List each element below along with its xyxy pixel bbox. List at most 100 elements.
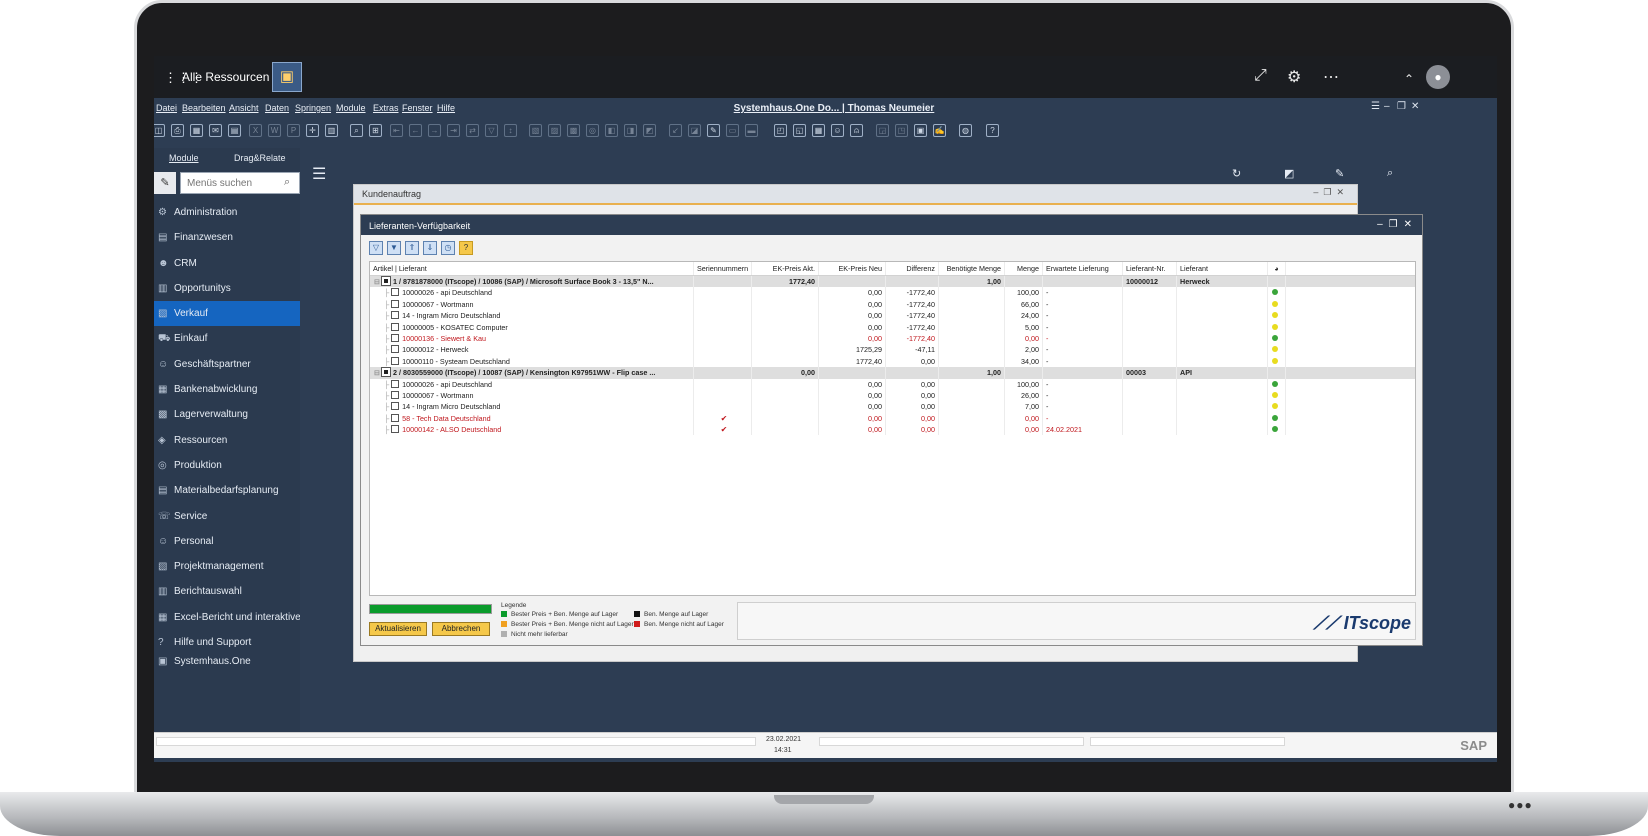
copy-icon[interactable]: ◲ — [876, 124, 889, 137]
sidebar-item-administration[interactable]: ⚙ Administration — [154, 200, 300, 225]
chevron-up-icon[interactable]: ⌃ — [1404, 72, 1414, 86]
col-header-ek-neu[interactable]: EK-Preis Neu — [819, 262, 886, 275]
col-header-diff[interactable]: Differenz — [886, 262, 939, 275]
excel-icon[interactable]: X — [249, 124, 262, 137]
arrange-icon[interactable]: ☰ — [1371, 101, 1380, 112]
word-icon[interactable]: W — [268, 124, 281, 137]
cancel-button[interactable]: Abbrechen — [432, 622, 490, 636]
sidebar-item-lagerverwaltung[interactable]: ▩ Lagerverwaltung — [154, 402, 300, 427]
sidebar-item-ressourcen[interactable]: ◈ Ressourcen — [154, 428, 300, 453]
search-icon[interactable]: ⌕ — [284, 176, 290, 189]
row-checkbox[interactable] — [391, 288, 400, 297]
layout-icon[interactable]: ▩ — [567, 124, 580, 137]
journal-icon[interactable]: ◨ — [624, 124, 637, 137]
prev-record-icon[interactable]: ← — [409, 124, 422, 137]
col-header-lieferant[interactable]: Lieferant — [1177, 262, 1268, 275]
filter-icon[interactable]: ▽ — [369, 241, 383, 255]
filter-icon[interactable]: ▽ — [485, 124, 498, 137]
gross-profit-icon[interactable]: ◎ — [586, 124, 599, 137]
table-row[interactable]: ├ 10000026 - api Deutschland 0,00 -1772,40 1… — [370, 287, 1415, 299]
expand-icon[interactable]: ⇓ — [423, 241, 437, 255]
table-row[interactable]: ├ 10000012 - Herweck 1725,29 -47,11 2,00- — [370, 344, 1415, 356]
close-icon[interactable]: ✕ — [1411, 101, 1419, 112]
window-controls-icon[interactable]: –❐✕ — [1377, 219, 1418, 230]
reload-icon[interactable]: ↻ — [1232, 167, 1241, 180]
tab-module[interactable]: Module — [169, 153, 199, 163]
table-row[interactable]: ├ 10000005 - KOSATEC Computer 0,00 -1772,40… — [370, 321, 1415, 333]
sidebar-item-produktion[interactable]: ◎ Produktion — [154, 453, 300, 478]
collapse-icon[interactable]: ⇑ — [405, 241, 419, 255]
restore-icon[interactable]: ❐ — [1397, 101, 1406, 112]
preview-icon[interactable]: ◫ — [154, 124, 165, 137]
collapse-toggle-icon[interactable]: ⊟ — [374, 277, 380, 286]
hamburger-icon[interactable]: ☰ — [312, 164, 326, 184]
sidebar-item-crm[interactable]: ☻ CRM — [154, 251, 300, 276]
collapse-toggle-icon[interactable]: ⊟ — [374, 368, 380, 377]
report-settings-icon[interactable]: ◱ — [793, 124, 806, 137]
clock-icon[interactable]: ◷ — [441, 241, 455, 255]
first-record-icon[interactable]: ⇤ — [390, 124, 403, 137]
table-row[interactable]: ├ 14 - Ingram Micro Deutschland 0,00 -1772,… — [370, 310, 1415, 322]
row-checkbox[interactable] — [391, 322, 400, 331]
edit-doc-icon[interactable]: ✎ — [707, 124, 720, 137]
balance-icon[interactable]: ◩ — [643, 124, 656, 137]
edit-layout-icon[interactable]: ◩ — [1284, 167, 1294, 180]
sidebar-item-verkauf[interactable]: ▧ Verkauf — [154, 301, 300, 327]
fax-icon[interactable]: ▤ — [228, 124, 241, 137]
settings-doc-icon[interactable]: ◪ — [688, 124, 701, 137]
col-header-ben-menge[interactable]: Benötigte Menge — [939, 262, 1005, 275]
image-icon[interactable]: ▣ — [914, 124, 927, 137]
col-header-menge[interactable]: Menge — [1005, 262, 1043, 275]
row-checkbox[interactable] — [391, 413, 400, 422]
table-row[interactable]: ├ 14 - Ingram Micro Deutschland 0,00 0,00 7,… — [370, 401, 1415, 413]
row-checkbox[interactable] — [391, 333, 400, 342]
sidebar-item-berichtauswahl[interactable]: ▥ Berichtauswahl — [154, 579, 300, 604]
message-icon[interactable]: ▭ — [726, 124, 739, 137]
row-checkbox[interactable] — [391, 425, 400, 434]
menu-hilfe[interactable]: Hilfe — [437, 103, 455, 113]
help-icon[interactable]: ? — [459, 241, 473, 255]
row-checkbox[interactable] — [391, 345, 400, 354]
help-icon[interactable]: ? — [986, 124, 999, 137]
sidebar-item-materialbedarfsplanung[interactable]: ▤ Materialbedarfsplanung — [154, 478, 300, 503]
refresh-icon[interactable]: ⇄ — [466, 124, 479, 137]
table-row[interactable]: ├ 10000067 - Wortmann 0,00 -1772,40 66,00- — [370, 298, 1415, 311]
table-row[interactable]: ├ 58 - Tech Data Deutschland ✔ 0,00 0,00 0,00… — [370, 412, 1415, 425]
gear-icon[interactable]: ⚙ — [1287, 67, 1301, 87]
table-row[interactable]: ├ 10000136 - Siewert & Kau 0,00 -1772,40 0,0… — [370, 332, 1415, 345]
wrench-icon[interactable]: ✎ — [154, 172, 176, 194]
table-row[interactable]: ├ 10000142 - ALSO Deutschland ✔ 0,00 0,00 0,0… — [370, 424, 1415, 436]
all-resources-label[interactable]: Alle Ressourcen — [182, 70, 269, 84]
pdf-icon[interactable]: P — [287, 124, 300, 137]
pencil-icon[interactable]: ✎ — [1335, 167, 1344, 180]
sidebar-item-einkauf[interactable]: ⛟ Einkauf — [154, 326, 300, 351]
tab-drag-relate[interactable]: Drag&Relate — [234, 153, 286, 163]
sidebar-item-bankenabwicklung[interactable]: ▦ Bankenabwicklung — [154, 377, 300, 402]
col-header-lief-nr[interactable]: Lieferant-Nr. — [1123, 262, 1177, 275]
sort-icon[interactable]: ↕ — [504, 124, 517, 137]
group-row[interactable]: ⊟ 2 / 8030559000 (ITscope) / 10087 (SAP) … — [370, 367, 1415, 379]
base-doc-icon[interactable]: ▧ — [529, 124, 542, 137]
alert-icon[interactable]: ▬ — [745, 124, 758, 137]
refresh-button[interactable]: Aktualisieren — [369, 622, 427, 636]
row-checkbox[interactable] — [391, 299, 400, 308]
next-record-icon[interactable]: → — [428, 124, 441, 137]
table-row[interactable]: ├ 10000067 - Wortmann 0,00 0,00 26,00- — [370, 389, 1415, 402]
sidebar-item-finanzwesen[interactable]: ▤ Finanzwesen — [154, 225, 300, 250]
print-icon[interactable]: ⎙ — [171, 124, 184, 137]
col-header-serial[interactable]: Seriennummern — [694, 262, 752, 275]
filter-clear-icon[interactable]: ▼ — [387, 241, 401, 255]
users-icon[interactable]: ☺ — [831, 124, 844, 137]
row-checkbox[interactable] — [381, 276, 392, 286]
row-checkbox[interactable] — [381, 367, 392, 378]
menu-fenster[interactable]: Fenster — [402, 103, 433, 113]
user-icon[interactable]: ⍝ — [850, 124, 863, 137]
calculator-icon[interactable]: ▦ — [812, 124, 825, 137]
sidebar-item-excel-bericht[interactable]: ▦ Excel-Bericht und interaktive — [154, 605, 300, 630]
table-icon[interactable]: ▥ — [325, 124, 338, 137]
menu-springen[interactable]: Springen — [295, 103, 331, 113]
avatar[interactable]: ● — [1426, 65, 1450, 89]
volume-icon[interactable]: ◧ — [605, 124, 618, 137]
more-icon[interactable]: ⋯ — [1323, 67, 1339, 87]
calendar-icon[interactable]: ▦ — [190, 124, 203, 137]
